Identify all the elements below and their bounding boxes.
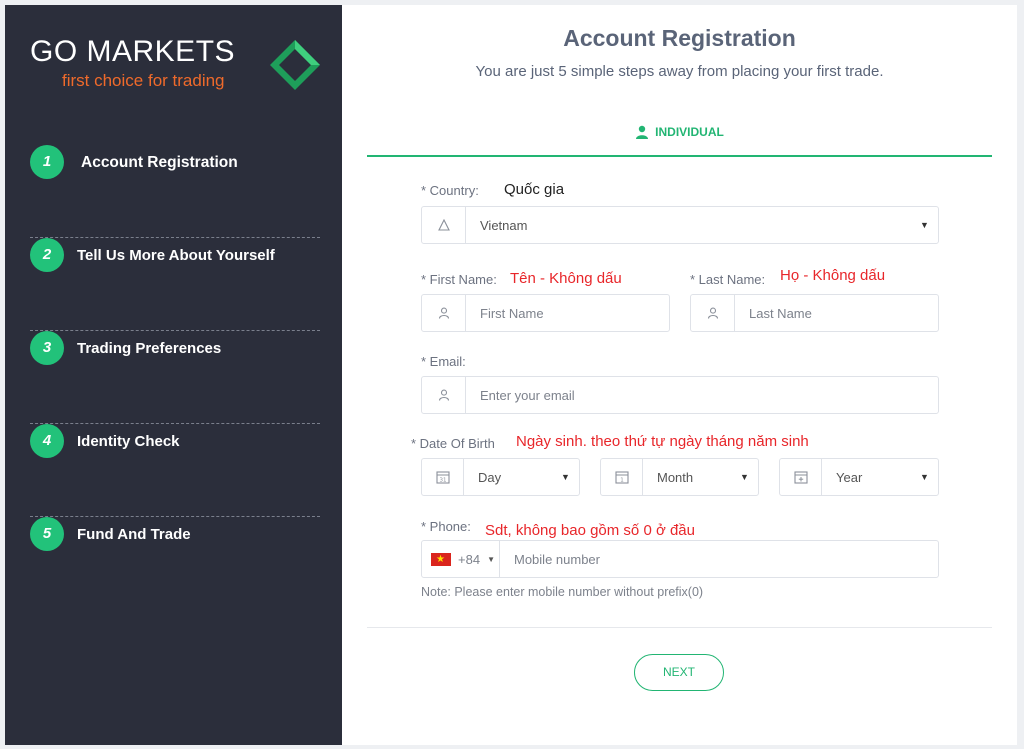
- phone-input[interactable]: Mobile number: [500, 552, 938, 567]
- dob-day-select[interactable]: 31 Day ▼: [421, 458, 580, 496]
- calendar-plus-icon: [780, 459, 822, 495]
- tab-label: INDIVIDUAL: [655, 125, 724, 139]
- step-4[interactable]: 4 Identity Check: [30, 424, 320, 517]
- country-select[interactable]: Vietnam ▼: [421, 206, 939, 244]
- dob-month-select[interactable]: 1 Month ▼: [600, 458, 759, 496]
- calendar-icon: 31: [422, 459, 464, 495]
- dob-day-value: Day: [478, 469, 502, 485]
- email-input[interactable]: Enter your email: [466, 388, 938, 403]
- email-label: * Email:: [421, 354, 466, 369]
- phone-hint: Note: Please enter mobile number without…: [421, 585, 704, 599]
- calendar-icon: 1: [601, 459, 643, 495]
- step-number: 3: [30, 331, 64, 365]
- user-icon: [636, 125, 649, 139]
- next-button[interactable]: NEXT: [634, 654, 724, 691]
- logo-mark-icon: [270, 40, 320, 90]
- step-1[interactable]: 1 Account Registration: [30, 145, 320, 238]
- person-icon: [422, 377, 466, 413]
- logo-name: GO MARKETS: [30, 35, 236, 68]
- step-label: Account Registration: [81, 154, 238, 171]
- step-number: 1: [30, 145, 64, 179]
- chevron-down-icon: ▼: [920, 472, 929, 482]
- tab-individual[interactable]: INDIVIDUAL: [367, 115, 992, 157]
- first-name-annotation: Tên - Không dấu: [510, 270, 622, 287]
- country-code-select[interactable]: ★ +84 ▼: [422, 541, 500, 577]
- chevron-down-icon: ▼: [561, 472, 570, 482]
- dob-month-value: Month: [657, 469, 694, 485]
- step-label: Trading Preferences: [77, 340, 222, 357]
- step-5[interactable]: 5 Fund And Trade: [30, 517, 320, 610]
- phone-annotation: Sdt, không bao gồm số 0 ở đầu: [485, 522, 695, 539]
- svg-text:1: 1: [620, 478, 624, 484]
- country-label: * Country:: [421, 183, 479, 198]
- last-name-input[interactable]: Last Name: [735, 306, 938, 321]
- step-list: 1 Account Registration 2 Tell Us More Ab…: [30, 145, 320, 610]
- country-annotation: Quốc gia: [504, 181, 565, 198]
- person-icon: [691, 295, 735, 331]
- email-field[interactable]: Enter your email: [421, 376, 939, 414]
- step-label: Tell Us More About Yourself: [77, 247, 275, 264]
- country-value: Vietnam: [480, 217, 528, 233]
- last-name-field[interactable]: Last Name: [690, 294, 939, 332]
- location-icon: [422, 207, 466, 243]
- step-number: 2: [30, 238, 64, 272]
- dob-annotation: Ngày sinh. theo thứ tự ngày tháng năm si…: [516, 433, 809, 450]
- step-2[interactable]: 2 Tell Us More About Yourself: [30, 238, 320, 331]
- country-code: +84: [458, 551, 481, 567]
- logo-tagline: first choice for trading: [62, 71, 225, 90]
- dob-label: * Date Of Birth: [411, 436, 495, 451]
- first-name-label: * First Name:: [421, 272, 497, 287]
- logo: GO MARKETS first choice for trading: [30, 35, 330, 95]
- dob-year-select[interactable]: Year ▼: [779, 458, 939, 496]
- svg-text:31: 31: [439, 478, 446, 484]
- registration-panel: Account Registration You are just 5 simp…: [342, 5, 1017, 745]
- step-number: 4: [30, 424, 64, 458]
- step-number: 5: [30, 517, 64, 551]
- last-name-annotation: Họ - Không dấu: [780, 267, 886, 284]
- step-label: Identity Check: [77, 433, 180, 450]
- phone-field[interactable]: ★ +84 ▼ Mobile number: [421, 540, 939, 578]
- chevron-down-icon: ▼: [740, 472, 749, 482]
- chevron-down-icon: ▼: [920, 220, 929, 230]
- step-label: Fund And Trade: [77, 526, 191, 543]
- page-subtitle: You are just 5 simple steps away from pl…: [475, 63, 884, 80]
- last-name-label: * Last Name:: [690, 272, 766, 287]
- phone-label: * Phone:: [421, 519, 471, 534]
- chevron-down-icon: ▼: [487, 554, 495, 564]
- first-name-input[interactable]: First Name: [466, 306, 669, 321]
- person-icon: [422, 295, 466, 331]
- step-3[interactable]: 3 Trading Preferences: [30, 331, 320, 424]
- sidebar: GO MARKETS first choice for trading 1 Ac…: [5, 5, 342, 745]
- first-name-field[interactable]: First Name: [421, 294, 670, 332]
- page-title: Account Registration: [563, 25, 796, 51]
- dob-year-value: Year: [836, 469, 863, 485]
- divider: [367, 627, 992, 628]
- vietnam-flag-icon: ★: [431, 552, 451, 566]
